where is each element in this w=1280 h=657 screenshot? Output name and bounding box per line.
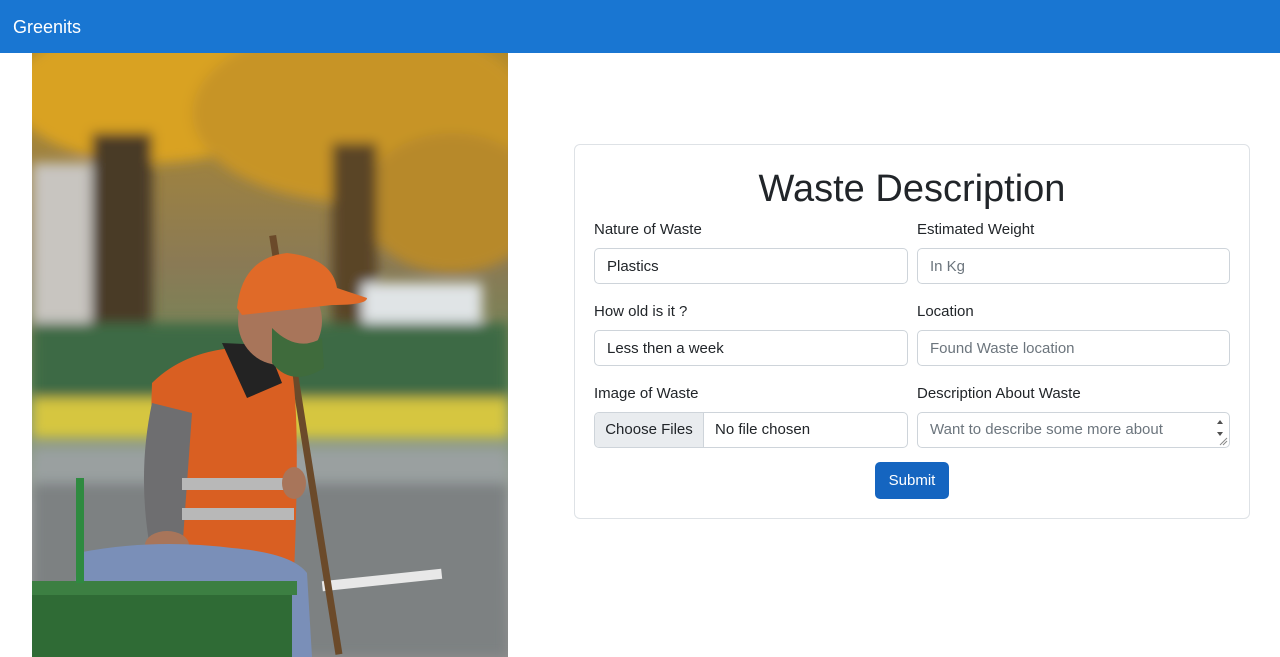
worker-photo-illustration <box>32 53 508 657</box>
description-label: Description About Waste <box>917 385 1081 402</box>
form-title: Waste Description <box>758 168 1066 210</box>
resize-grip-icon[interactable] <box>1219 437 1228 446</box>
hero-photo <box>32 53 508 657</box>
image-label: Image of Waste <box>594 385 699 402</box>
brand-link[interactable]: Greenits <box>13 16 81 38</box>
description-textarea[interactable] <box>917 412 1230 448</box>
waste-form-card: Waste Description Nature of Waste Estima… <box>574 144 1250 519</box>
weight-input[interactable] <box>917 248 1230 284</box>
nature-label: Nature of Waste <box>594 221 702 238</box>
weight-label: Estimated Weight <box>917 221 1035 238</box>
navbar: Greenits <box>0 0 1280 53</box>
nature-input[interactable] <box>594 248 908 284</box>
file-input[interactable]: Choose Files No file chosen <box>594 412 908 448</box>
description-wrapper <box>917 412 1230 448</box>
age-input[interactable] <box>594 330 908 366</box>
location-input[interactable] <box>917 330 1230 366</box>
location-label: Location <box>917 303 974 320</box>
age-label: How old is it ? <box>594 303 688 320</box>
submit-button[interactable]: Submit <box>875 462 949 499</box>
choose-files-button[interactable]: Choose Files <box>595 413 704 447</box>
file-status: No file chosen <box>715 421 811 438</box>
